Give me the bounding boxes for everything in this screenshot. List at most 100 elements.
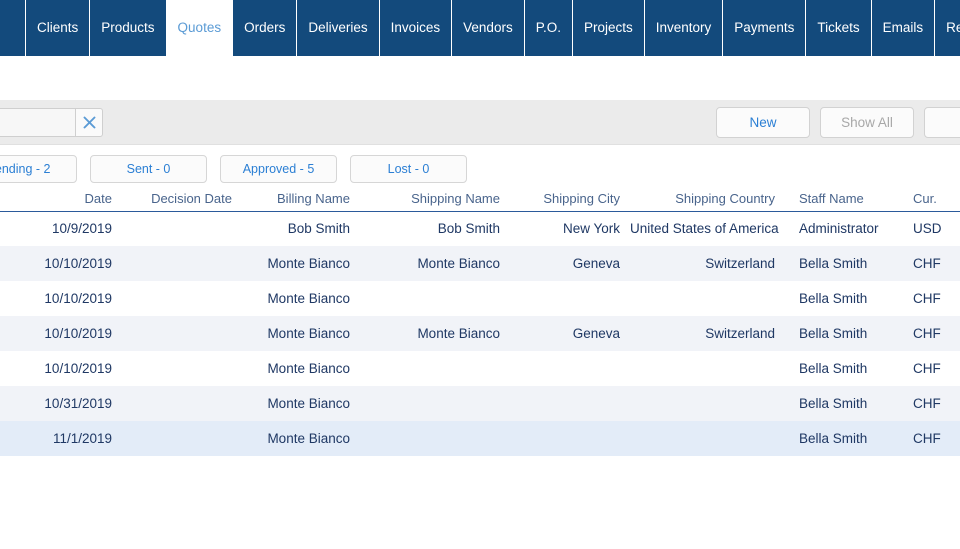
cell-decision-date — [122, 316, 242, 351]
table-body: 10/9/2019 Bob Smith Bob Smith New York Unite… — [0, 211, 960, 456]
cell-billing-name: Monte Bianco — [267, 396, 350, 411]
filter-tab-sent[interactable]: Sent - 0 — [90, 155, 207, 183]
cell-shipping-city — [510, 386, 630, 421]
table-row[interactable]: 10/9/2019 Bob Smith Bob Smith New York Unite… — [0, 211, 960, 246]
cell-currency: CHF — [913, 256, 941, 271]
cell-shipping-city — [510, 351, 630, 386]
table-row[interactable]: 10/10/2019 Monte Bianco Monte Bianco Geneva… — [0, 246, 960, 281]
cell-shipping-country — [630, 281, 785, 316]
cell-billing-name: Monte Bianco — [267, 256, 350, 271]
cell-staff-name: Bella Smith — [799, 431, 868, 446]
cell-staff-name: Bella Smith — [799, 326, 868, 341]
table-row[interactable]: 10/10/2019 Monte Bianco Monte Bianco Geneva… — [0, 316, 960, 351]
overflow-button[interactable] — [924, 107, 960, 138]
cell-shipping-name: Monte Bianco — [417, 256, 500, 271]
cell-currency: CHF — [913, 326, 941, 341]
cell-shipping-country — [630, 421, 785, 456]
cell-billing-name: Monte Bianco — [267, 431, 350, 446]
cell-currency: USD — [913, 221, 942, 237]
cell-decision-date — [122, 421, 242, 456]
cell-currency: CHF — [913, 431, 941, 446]
cell-shipping-city — [510, 421, 630, 456]
cell-currency: CHF — [913, 291, 941, 306]
nav-tab-tickets[interactable]: Tickets — [806, 0, 872, 56]
cell-billing-name: Monte Bianco — [267, 326, 350, 341]
nav-tab-reports[interactable]: Reports — [935, 0, 960, 56]
toolbar-buttons: New Show All — [716, 107, 960, 138]
cell-shipping-country — [630, 386, 785, 421]
table-row[interactable]: 10/10/2019 Monte Bianco Bella Smith CHF — [0, 281, 960, 316]
table-row[interactable]: 10/31/2019 Monte Bianco Bella Smith CHF — [0, 386, 960, 421]
column-header-date[interactable]: Date — [0, 189, 122, 212]
cell-decision-date — [122, 386, 242, 421]
column-header-staff-name[interactable]: Staff Name — [785, 189, 903, 212]
clear-search-icon[interactable] — [75, 108, 103, 137]
filter-tab-approved[interactable]: Approved - 5 — [220, 155, 337, 183]
show-all-button[interactable]: Show All — [820, 107, 914, 138]
cell-decision-date — [122, 351, 242, 386]
filter-tab-pending[interactable]: Pending - 2 — [0, 155, 77, 183]
cell-billing-name: Bob Smith — [287, 221, 350, 237]
column-header-shipping-city[interactable]: Shipping City — [510, 189, 630, 212]
nav-tab-inventory[interactable]: Inventory — [644, 0, 724, 56]
table-row[interactable]: 11/1/2019 Monte Bianco Bella Smith CHF — [0, 421, 960, 456]
filter-tab-lost[interactable]: Lost - 0 — [350, 155, 467, 183]
nav-tab-deliveries[interactable]: Deliveries — [297, 0, 380, 56]
cell-currency: CHF — [913, 396, 941, 411]
list-toolbar: New Show All — [0, 100, 960, 145]
cell-date: 10/10/2019 — [44, 326, 112, 341]
nav-tab-invoices[interactable]: Invoices — [379, 0, 453, 56]
cell-staff-name: Bella Smith — [799, 361, 868, 376]
main-navigation: Clients Products Quotes Orders Deliveries Inv… — [0, 0, 960, 56]
nav-left-spacer — [0, 0, 26, 56]
cell-decision-date — [122, 211, 242, 246]
search-input[interactable] — [0, 108, 75, 137]
cell-shipping-country: Switzerland — [705, 256, 775, 271]
nav-tab-p-o[interactable]: P.O. — [524, 0, 573, 56]
cell-currency: CHF — [913, 361, 941, 376]
column-header-shipping-country[interactable]: Shipping Country — [630, 189, 785, 212]
nav-tab-projects[interactable]: Projects — [572, 0, 645, 56]
cell-date: 10/10/2019 — [44, 361, 112, 376]
cell-shipping-name: Bob Smith — [437, 221, 500, 237]
cell-shipping-name — [360, 421, 510, 456]
cell-date: 10/10/2019 — [44, 256, 112, 271]
cell-staff-name: Bella Smith — [799, 396, 868, 411]
cell-shipping-country: United States of America — [630, 221, 779, 237]
cell-staff-name: Bella Smith — [799, 291, 868, 306]
nav-tab-payments[interactable]: Payments — [723, 0, 807, 56]
cell-shipping-name — [360, 281, 510, 316]
cell-decision-date — [122, 246, 242, 281]
table-header: # Date Decision Date Billing Name Shippi… — [0, 189, 960, 212]
column-header-shipping-name[interactable]: Shipping Name — [360, 189, 510, 212]
nav-tab-emails[interactable]: Emails — [871, 0, 936, 56]
quotes-table: # Date Decision Date Billing Name Shippi… — [0, 189, 960, 456]
cell-shipping-city: New York — [562, 221, 620, 237]
nav-tab-vendors[interactable]: Vendors — [452, 0, 525, 56]
new-button[interactable]: New — [716, 107, 810, 138]
cell-shipping-name — [360, 386, 510, 421]
cell-billing-name: Monte Bianco — [267, 361, 350, 376]
cell-billing-name: Monte Bianco — [267, 291, 350, 306]
nav-tab-clients[interactable]: Clients — [26, 0, 91, 56]
cell-staff-name: Bella Smith — [799, 256, 868, 271]
table-row[interactable]: 10/10/2019 Monte Bianco Bella Smith CHF — [0, 351, 960, 386]
status-filter-tabs: Pending - 2 Sent - 0 Approved - 5 Lost - 0 — [0, 155, 467, 183]
column-header-billing-name[interactable]: Billing Name — [242, 189, 360, 212]
cell-shipping-name — [360, 351, 510, 386]
nav-tab-products[interactable]: Products — [90, 0, 167, 56]
cell-decision-date — [122, 281, 242, 316]
nav-tab-orders[interactable]: Orders — [233, 0, 298, 56]
cell-date: 10/10/2019 — [44, 291, 112, 306]
table-header-row: # Date Decision Date Billing Name Shippi… — [0, 189, 960, 212]
cell-shipping-city: Geneva — [572, 256, 620, 271]
cell-date: 10/9/2019 — [51, 221, 112, 237]
cell-shipping-city — [510, 281, 630, 316]
column-header-decision-date[interactable]: Decision Date — [122, 189, 242, 212]
title-bar: M — [0, 56, 960, 138]
cell-date: 11/1/2019 — [52, 431, 112, 446]
cell-shipping-country: Switzerland — [705, 326, 775, 341]
column-header-currency[interactable]: Cur. — [903, 189, 960, 212]
nav-tab-quotes[interactable]: Quotes — [166, 0, 234, 56]
cell-date: 10/31/2019 — [44, 396, 112, 411]
